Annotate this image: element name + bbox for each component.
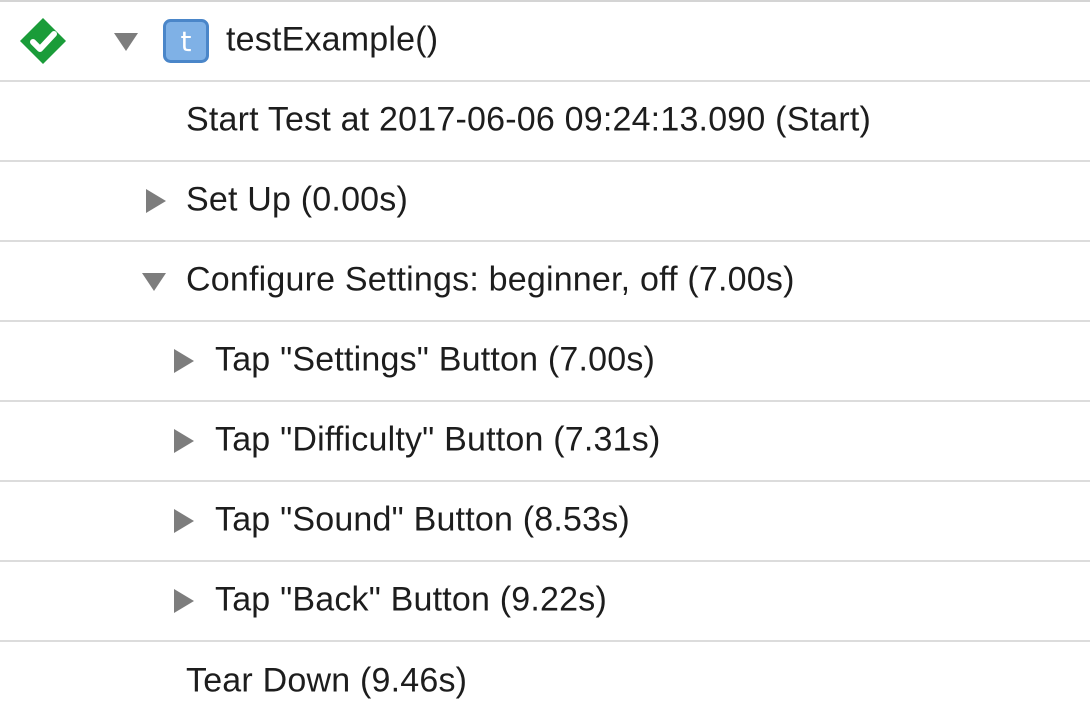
- chevron-right-icon[interactable]: [170, 587, 198, 615]
- activity-label: Set Up (0.00s): [186, 180, 409, 219]
- activity-row-tap-settings[interactable]: Tap "Settings" Button (7.00s): [0, 322, 1090, 402]
- chevron-right-icon[interactable]: [170, 347, 198, 375]
- chevron-down-icon[interactable]: [140, 267, 168, 295]
- test-method-badge-letter: t: [181, 25, 192, 58]
- test-method-row[interactable]: t testExample(): [0, 2, 1090, 82]
- activity-label: Start Test at 2017-06-06 09:24:13.090 (S…: [186, 100, 872, 139]
- activity-row-configure-settings[interactable]: Configure Settings: beginner, off (7.00s…: [0, 242, 1090, 322]
- test-passed-icon: [20, 18, 66, 64]
- activity-row-start-test[interactable]: Start Test at 2017-06-06 09:24:13.090 (S…: [0, 82, 1090, 162]
- chevron-down-icon[interactable]: [112, 27, 140, 55]
- chevron-right-icon[interactable]: [142, 187, 170, 215]
- activity-row-tap-difficulty[interactable]: Tap "Difficulty" Button (7.31s): [0, 402, 1090, 482]
- activity-label: Configure Settings: beginner, off (7.00s…: [186, 260, 795, 299]
- activity-label: Tap "Difficulty" Button (7.31s): [215, 420, 661, 459]
- activity-row-tap-sound[interactable]: Tap "Sound" Button (8.53s): [0, 482, 1090, 562]
- test-method-name: testExample(): [226, 20, 439, 59]
- activity-label: Tear Down (9.46s): [186, 661, 468, 700]
- activity-label: Tap "Back" Button (9.22s): [215, 580, 607, 619]
- test-method-icon: t: [163, 19, 209, 63]
- chevron-right-icon[interactable]: [170, 507, 198, 535]
- activity-row-tear-down[interactable]: Tear Down (9.46s): [0, 642, 1090, 722]
- test-activity-tree: t testExample() Start Test at 2017-06-06…: [0, 0, 1090, 724]
- activity-row-set-up[interactable]: Set Up (0.00s): [0, 162, 1090, 242]
- chevron-right-icon[interactable]: [170, 427, 198, 455]
- activity-row-tap-back[interactable]: Tap "Back" Button (9.22s): [0, 562, 1090, 642]
- activity-label: Tap "Settings" Button (7.00s): [215, 340, 656, 379]
- activity-label: Tap "Sound" Button (8.53s): [215, 500, 630, 539]
